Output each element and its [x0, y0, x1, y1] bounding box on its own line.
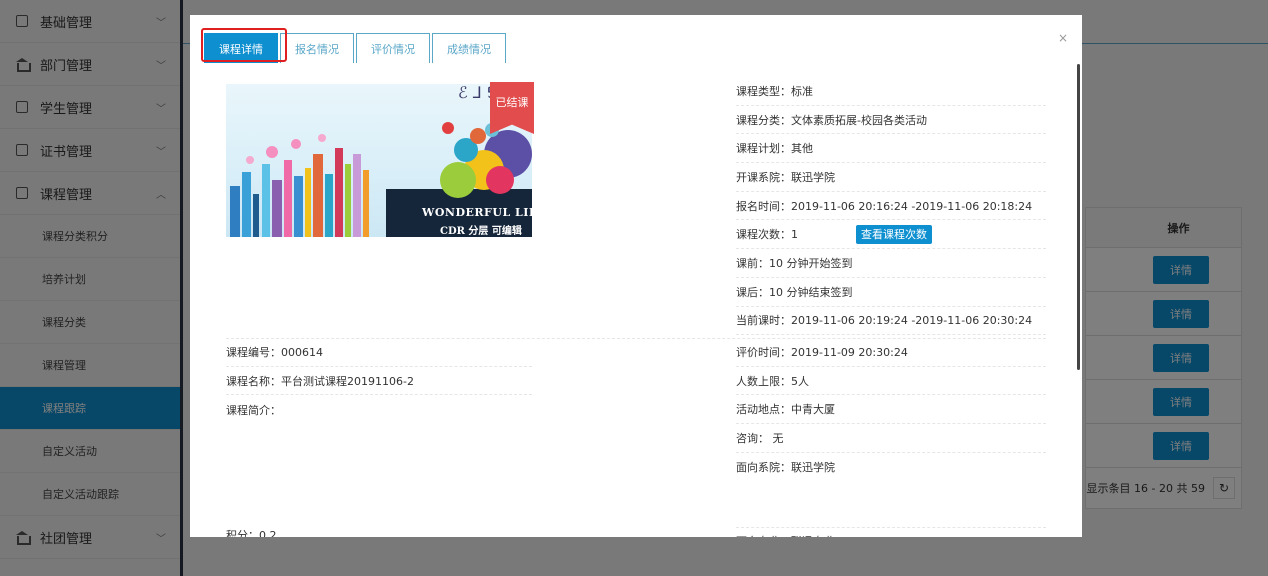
- info-target-department: 面向系院：联迅学院: [736, 461, 835, 475]
- modal-scrollbar[interactable]: [1077, 64, 1080, 370]
- course-banner-image: ℰ ⅃ ⅁ WONDERFUL LIF CDR 分层 可编辑: [226, 84, 532, 237]
- info-location: 活动地点：中青大厦: [736, 395, 1046, 425]
- info-course-count: 课程次数：1: [736, 228, 798, 242]
- course-info-left: 课程编号：000614 课程名称：平台测试课程20191106-2 课程简介：: [226, 338, 532, 424]
- info-course-intro: 课程简介：: [226, 403, 281, 417]
- info-capacity: 人数上限：5人: [736, 367, 1046, 396]
- info-course-code: 课程编号：000614: [226, 338, 532, 367]
- info-course-count-row: 课程次数：1 查看课程次数: [736, 220, 1046, 250]
- highlight-box: [201, 28, 287, 62]
- banner-subtitle: CDR 分层 可编辑: [440, 226, 522, 237]
- course-detail-modal: × 课程详情 报名情况 评价情况 成绩情况 ℰ ⅃ ⅁ WONDERFUL LI…: [190, 15, 1082, 537]
- view-course-count-button[interactable]: 查看课程次数: [856, 224, 932, 244]
- info-consult: 咨询： 无: [736, 424, 1046, 453]
- info-checkin-before: 课前：10 分钟开始签到: [736, 249, 1046, 278]
- info-current-session: 当前课时：2019-11-06 20:19:24 -2019-11-06 20:…: [736, 307, 1046, 336]
- info-credits: 积分：0.2: [226, 529, 277, 537]
- tab-evaluation[interactable]: 评价情况: [356, 33, 430, 63]
- info-course-name: 课程名称：平台测试课程20191106-2: [226, 367, 532, 396]
- info-target-major: 面向专业：联迅专业: [736, 527, 1046, 537]
- close-icon[interactable]: ×: [1058, 31, 1068, 45]
- tab-registration[interactable]: 报名情况: [280, 33, 354, 63]
- info-registration-time: 报名时间：2019-11-06 20:16:24 -2019-11-06 20:…: [736, 192, 1046, 221]
- info-course-type: 课程类型：标准: [736, 77, 1046, 106]
- info-course-category: 课程分类：文体素质拓展-校园各类活动: [736, 106, 1046, 135]
- info-department: 开课系院：联迅学院: [736, 163, 1046, 192]
- info-evaluation-time: 评价时间：2019-11-09 20:30:24: [736, 338, 1046, 367]
- banner-title: WONDERFUL LIF: [422, 206, 532, 219]
- info-course-plan: 课程计划：其他: [736, 134, 1046, 164]
- course-info-right-lower: 评价时间：2019-11-09 20:30:24 人数上限：5人 活动地点：中青…: [736, 338, 1046, 481]
- course-info-right: 课程类型：标准 课程分类：文体素质拓展-校园各类活动 课程计划：其他 开课系院：…: [736, 77, 1046, 336]
- info-checkin-after: 课后：10 分钟结束签到: [736, 278, 1046, 307]
- tab-grades[interactable]: 成绩情况: [432, 33, 506, 63]
